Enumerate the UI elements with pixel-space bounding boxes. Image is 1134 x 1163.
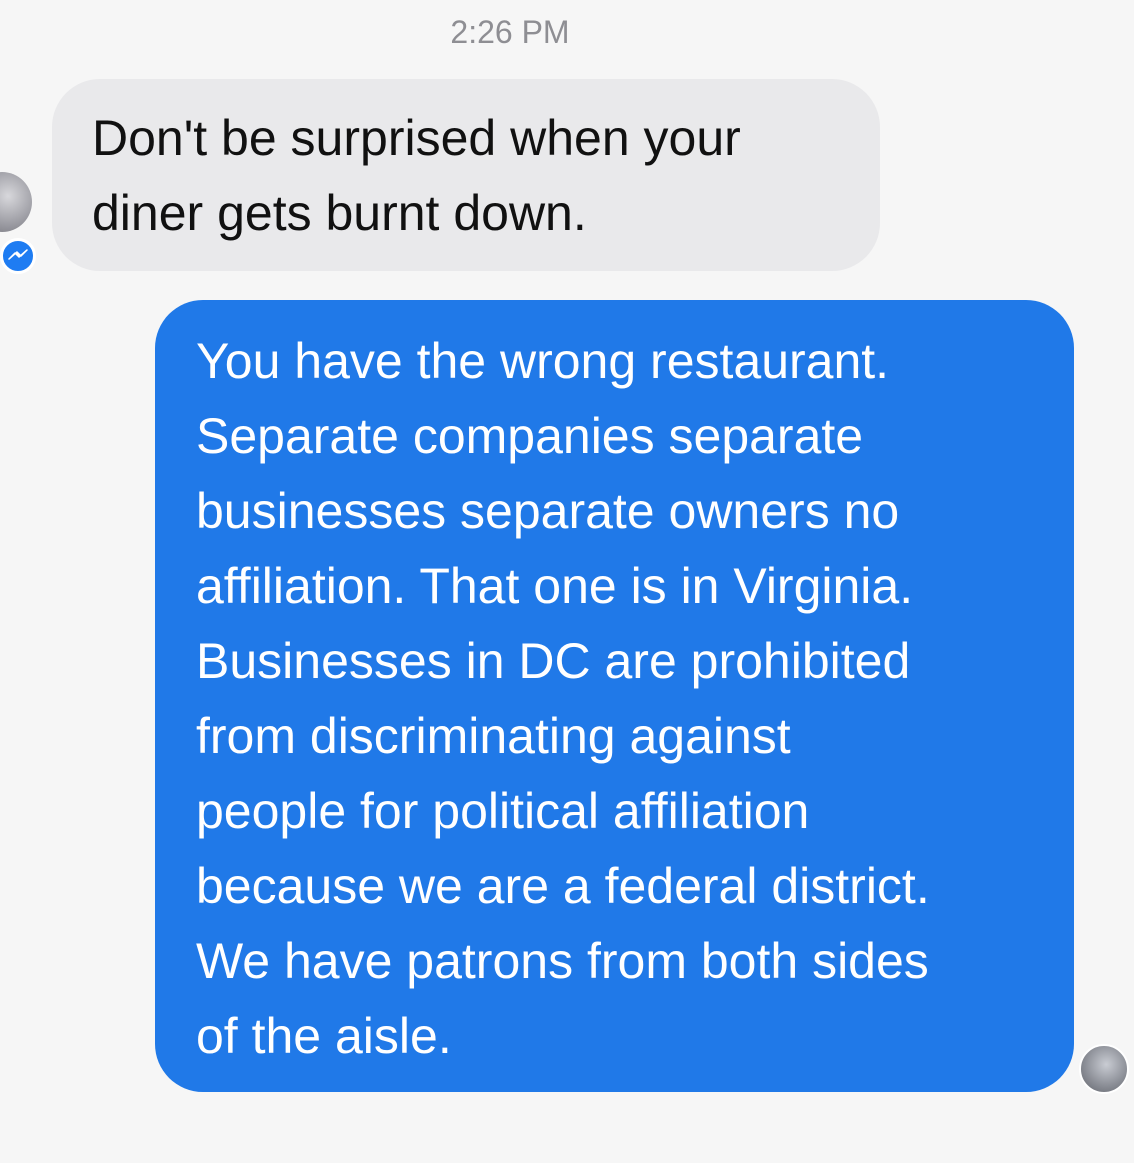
messenger-badge-icon (0, 238, 36, 274)
received-message-bubble[interactable]: Don't be surprised when your diner gets … (52, 79, 880, 271)
message-timestamp: 2:26 PM (450, 14, 570, 50)
sender-avatar-icon[interactable] (0, 172, 32, 232)
read-receipt-avatar-icon (1079, 1044, 1129, 1094)
sent-message-bubble[interactable]: You have the wrong restaurant. Separate … (155, 300, 1074, 1092)
